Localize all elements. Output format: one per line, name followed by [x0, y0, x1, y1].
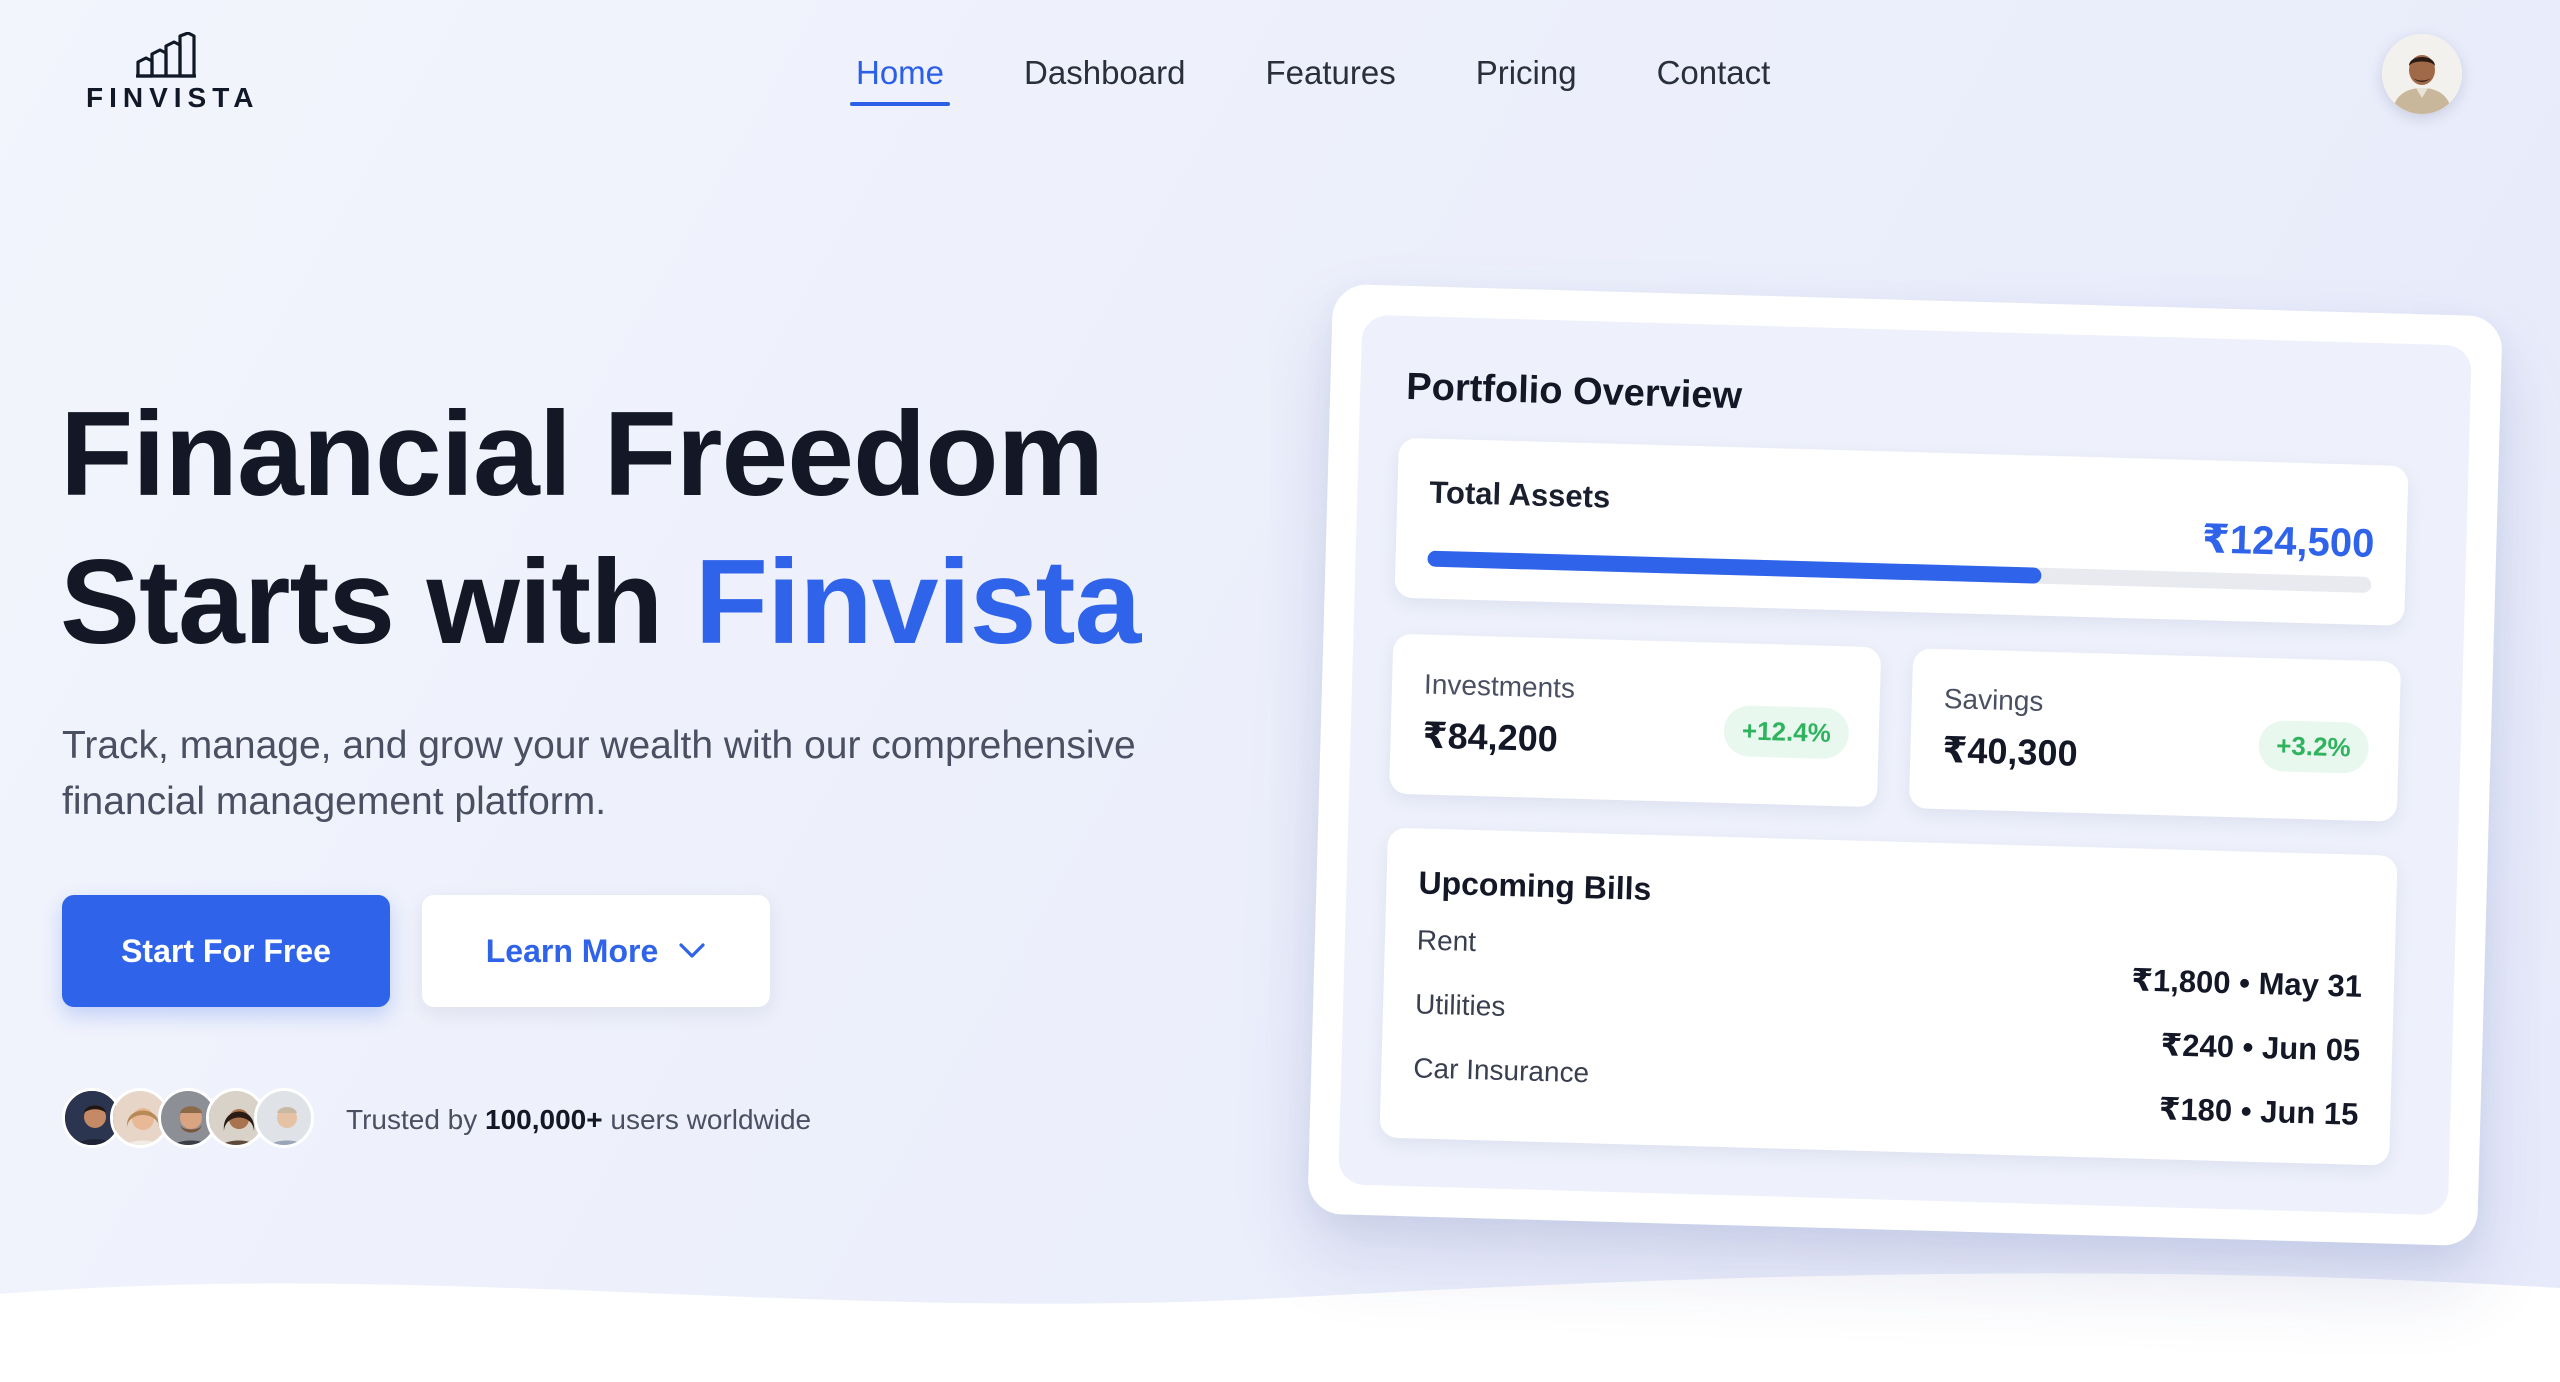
nav-contact[interactable]: Contact: [1649, 50, 1779, 106]
hero-heading: Financial Freedom Starts with Finvista: [60, 380, 1141, 676]
bill-name: Utilities: [1414, 988, 1506, 1022]
trust-text: Trusted by 100,000+ users worldwide: [346, 1104, 811, 1136]
start-for-free-label: Start For Free: [121, 932, 331, 969]
investments-label: Investments: [1423, 668, 1576, 704]
hero-subtitle: Track, manage, and grow your wealth with…: [62, 724, 1136, 823]
investments-change-badge: +12.4%: [1723, 704, 1850, 760]
nav-dashboard[interactable]: Dashboard: [1016, 50, 1193, 106]
total-assets-label: Total Assets: [1428, 474, 1611, 515]
total-assets-value: ₹124,500: [2201, 517, 2375, 567]
bill-name: Rent: [1416, 924, 1477, 958]
hero-heading-line1: Financial Freedom: [60, 387, 1104, 521]
portfolio-card-body: Portfolio Overview Total Assets ₹124,500…: [1338, 314, 2472, 1216]
investments-panel: Investments ₹84,200 +12.4%: [1389, 633, 1882, 808]
savings-label: Savings: [1943, 683, 2044, 717]
upcoming-bills-title: Upcoming Bills: [1418, 864, 1652, 907]
chevron-down-icon: [679, 943, 705, 958]
bill-amount: ₹240 • Jun 05: [2160, 1027, 2361, 1068]
start-for-free-button[interactable]: Start For Free: [62, 895, 390, 1007]
trust-suffix: users worldwide: [602, 1104, 812, 1135]
hero-heading-accent: Finvista: [694, 535, 1141, 669]
portfolio-title: Portfolio Overview: [1405, 365, 1743, 418]
hero-heading-prefix: Starts with: [60, 535, 695, 669]
bill-row: Rent ₹1,800 • May 31: [1416, 924, 2363, 1003]
savings-value: ₹40,300: [1941, 729, 2079, 774]
hero-heading-line2: Starts with Finvista: [60, 528, 1141, 676]
savings-change-badge: +3.2%: [2257, 719, 2370, 774]
total-assets-panel: Total Assets ₹124,500: [1394, 437, 2409, 626]
savings-panel: Savings ₹40,300 +3.2%: [1908, 648, 2402, 822]
bill-amount: ₹1,800 • May 31: [2130, 962, 2363, 1004]
portfolio-card: Portfolio Overview Total Assets ₹124,500…: [1307, 283, 2503, 1247]
bill-name: Car Insurance: [1412, 1052, 1590, 1089]
upcoming-bills-panel: Upcoming Bills Rent ₹1,800 • May 31 Util…: [1379, 827, 2398, 1166]
main-nav: Home Dashboard Features Pricing Contact: [848, 50, 1842, 106]
trust-badge: Trusted by 100,000+ users worldwide: [62, 1088, 811, 1152]
brand-logo[interactable]: FINVISTA: [86, 32, 260, 114]
user-avatar-icon: [2382, 34, 2462, 114]
total-assets-progress-fill: [1427, 550, 2042, 584]
wave-divider: [0, 1273, 2560, 1382]
avatar: [254, 1088, 314, 1148]
logo-bars-icon: [136, 32, 196, 78]
nav-home[interactable]: Home: [848, 50, 952, 106]
investments-value: ₹84,200: [1422, 714, 1559, 760]
trust-prefix: Trusted by: [346, 1104, 486, 1135]
nav-features[interactable]: Features: [1257, 50, 1403, 106]
learn-more-button[interactable]: Learn More: [422, 895, 770, 1007]
brand-name: FINVISTA: [86, 82, 260, 113]
bill-amount: ₹180 • Jun 15: [2158, 1091, 2359, 1132]
user-avatar-stack: [62, 1088, 318, 1152]
nav-pricing[interactable]: Pricing: [1468, 50, 1585, 106]
trust-count: 100,000+: [485, 1104, 603, 1135]
profile-avatar[interactable]: [2382, 34, 2462, 114]
learn-more-label: Learn More: [485, 932, 659, 969]
